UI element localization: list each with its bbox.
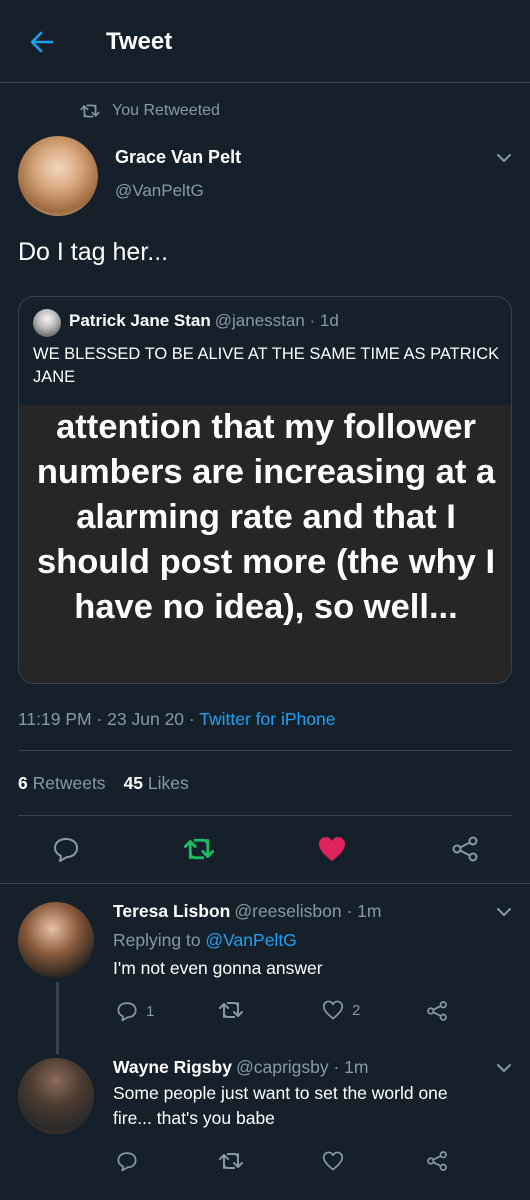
heart-icon <box>322 1000 344 1020</box>
top-app-bar: Tweet <box>0 0 530 83</box>
retweet-button[interactable] <box>219 1151 243 1171</box>
author-name[interactable]: Grace Van Pelt <box>115 147 241 168</box>
like-button[interactable] <box>322 1151 344 1171</box>
reply-text-line-2: fire... that's you babe <box>113 1108 275 1128</box>
reply-author-name[interactable]: Teresa Lisbon <box>113 901 230 921</box>
reply-icon <box>117 1002 137 1022</box>
retweet-icon <box>219 1002 243 1018</box>
retweets-count: 6 <box>18 773 28 793</box>
author-handle[interactable]: @VanPeltG <box>115 181 204 201</box>
reply-avatar[interactable] <box>18 902 94 978</box>
divider <box>18 815 512 816</box>
reply-button[interactable] <box>116 1150 138 1172</box>
divider <box>18 750 512 751</box>
like-button[interactable]: 2 <box>322 1000 360 1020</box>
share-button[interactable] <box>426 1000 448 1022</box>
reply-avatar[interactable] <box>18 1058 94 1134</box>
retweet-context: You Retweeted <box>80 100 220 122</box>
arrow-left-icon <box>30 31 54 53</box>
likes-label: Likes <box>147 773 189 793</box>
thread-line <box>56 982 59 1054</box>
tweet-stats: 6 Retweets 45 Likes <box>18 773 189 794</box>
share-icon <box>427 1151 447 1171</box>
replying-to: Replying to @VanPeltG <box>113 930 297 951</box>
tweet-timestamp: 11:19 PM · 23 Jun 20 · Twitter for iPhon… <box>18 709 335 730</box>
reply-text-line-1: Some people just want to set the world o… <box>113 1083 448 1103</box>
author-avatar[interactable] <box>18 136 98 216</box>
retweet-context-label: You Retweeted <box>112 102 220 119</box>
reply-header: Teresa Lisbon @reeselisbon · 1m <box>113 901 382 922</box>
quoted-tweet-text: WE BLESSED TO BE ALIVE AT THE SAME TIME … <box>33 345 500 386</box>
back-button[interactable] <box>28 28 56 56</box>
likes-stat[interactable]: 45 Likes <box>124 773 189 793</box>
reply-author-meta: @reeselisbon · 1m <box>234 901 382 921</box>
quoted-tweet-card[interactable]: Patrick Jane Stan @janesstan · 1d WE BLES… <box>18 296 512 684</box>
timestamp-time: 11:19 PM · 23 Jun 20 · <box>18 709 200 729</box>
chevron-down-icon[interactable] <box>494 902 514 922</box>
like-button[interactable] <box>316 833 348 865</box>
reply-button[interactable] <box>50 833 82 865</box>
divider <box>0 883 530 884</box>
reply-author-meta: @caprigsby · 1m <box>235 1057 369 1077</box>
replying-to-prefix: Replying to <box>113 930 206 950</box>
tweet-text: Do I tag her... <box>18 238 169 266</box>
tweet-detail-screen: Tweet You Retweeted Grace Van Pelt @VanP… <box>0 0 530 1200</box>
quoted-header: Patrick Jane Stan @janesstan · 1d <box>69 311 339 331</box>
quoted-author-name: Patrick Jane Stan <box>69 311 211 330</box>
heart-icon <box>319 837 345 861</box>
reply-icon <box>117 1152 137 1172</box>
chevron-down-icon[interactable] <box>494 148 514 168</box>
reply-text: I'm not even gonna answer <box>113 958 323 978</box>
reply-button[interactable]: 1 <box>116 1000 154 1022</box>
like-count: 2 <box>352 1001 361 1019</box>
replying-to-handle[interactable]: @VanPeltG <box>205 930 296 950</box>
share-button[interactable] <box>426 1150 448 1172</box>
reply-author-name[interactable]: Wayne Rigsby <box>113 1057 232 1077</box>
reply-header: Wayne Rigsby @caprigsby · 1m <box>113 1057 369 1078</box>
quoted-media[interactable]: attention that my follower numbers are i… <box>19 405 511 683</box>
likes-count: 45 <box>123 773 144 793</box>
reply-icon <box>54 838 78 862</box>
quoted-media-text: attention that my follower numbers are i… <box>36 408 496 626</box>
retweets-stat[interactable]: 6 Retweets <box>18 773 106 793</box>
retweet-icon <box>80 104 100 118</box>
source-link[interactable]: Twitter for iPhone <box>199 709 335 729</box>
reply-count: 1 <box>146 1002 155 1020</box>
heart-icon <box>322 1151 344 1171</box>
quoted-author-avatar <box>33 309 61 337</box>
retweet-button[interactable] <box>183 833 215 865</box>
chevron-down-icon[interactable] <box>494 1058 514 1078</box>
retweets-label: Retweets <box>32 773 106 793</box>
quoted-author-meta: @janesstan · 1d <box>214 311 339 330</box>
share-button[interactable] <box>449 833 481 865</box>
retweet-icon <box>219 1153 243 1169</box>
retweet-icon <box>184 838 214 860</box>
retweet-button[interactable] <box>219 1000 243 1020</box>
share-icon <box>427 1001 447 1021</box>
page-title: Tweet <box>106 28 173 55</box>
share-icon <box>452 836 478 862</box>
